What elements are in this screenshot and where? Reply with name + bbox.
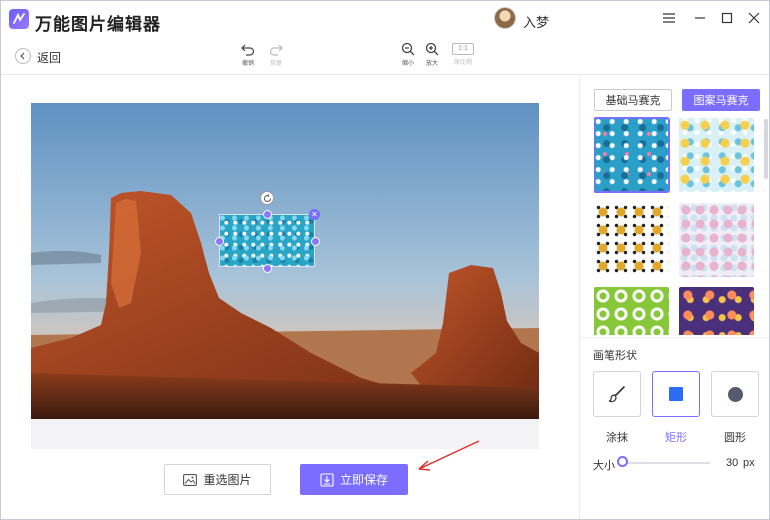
app-title: 万能图片编辑器	[35, 15, 161, 34]
title-bar: 万能图片编辑器 入梦	[1, 1, 769, 37]
size-slider-thumb[interactable]	[616, 456, 628, 467]
original-ratio-button[interactable]: 1:1 原比例	[448, 42, 478, 66]
zoom-out-button[interactable]: 缩小	[395, 42, 421, 67]
resize-handle-left[interactable]	[215, 237, 224, 246]
redo-button[interactable]: 恢复	[263, 42, 289, 67]
redo-label: 恢复	[269, 61, 282, 67]
rings-pattern-thumb[interactable]	[594, 287, 669, 335]
resize-handle-top[interactable]	[263, 210, 272, 219]
zoom-in-button[interactable]: 放大	[419, 42, 445, 67]
gift-pattern-thumb[interactable]	[594, 203, 669, 277]
canvas-area: ✕ 重选图片 立即保存	[1, 75, 579, 519]
mosaic-panel: 基础马赛克 图案马赛克 画笔形状 涂抹 矩形 圆形 大小 30 px	[579, 75, 769, 519]
close-icon[interactable]	[745, 9, 763, 27]
zoom-in-icon	[425, 42, 439, 56]
app-logo-icon	[9, 9, 29, 29]
pattern-grid	[594, 117, 762, 335]
square-icon	[669, 387, 683, 401]
tab-basic-mosaic[interactable]: 基础马赛克	[594, 89, 672, 111]
size-label: 大小	[593, 460, 615, 472]
annotation-arrow	[418, 440, 480, 471]
image-icon	[183, 473, 198, 486]
zoom-out-label: 缩小	[401, 61, 414, 67]
user-avatar[interactable]	[494, 7, 516, 29]
mosaic-selection[interactable]	[219, 214, 315, 267]
save-label: 立即保存	[339, 473, 388, 487]
confetti-pattern-thumb[interactable]	[679, 287, 754, 335]
dots-pattern-thumb[interactable]	[679, 203, 754, 277]
panel-divider	[580, 337, 769, 338]
editor-toolbar: 返回 撤销 恢复 缩小 放大 1:1 原比例	[1, 37, 769, 75]
app-window: 万能图片编辑器 入梦 返回 撤销 恢复 缩小 放大 1:1 原比例 ✕ 重选图片…	[0, 0, 770, 520]
circle-shape-button[interactable]	[711, 371, 759, 417]
size-value: 30	[726, 457, 739, 469]
baby-pattern-thumb[interactable]	[679, 118, 754, 192]
save-icon	[320, 472, 334, 487]
brush-icon	[608, 386, 625, 403]
maximize-icon[interactable]	[718, 9, 736, 27]
resize-handle-bottom[interactable]	[263, 264, 272, 273]
size-slider-track[interactable]	[620, 462, 710, 464]
redo-icon	[269, 44, 283, 56]
back-arrow-icon[interactable]	[15, 48, 31, 64]
username-label[interactable]: 入梦	[523, 12, 549, 31]
reselect-image-button[interactable]: 重选图片	[164, 464, 271, 495]
reselect-label: 重选图片	[203, 473, 252, 487]
save-now-button[interactable]: 立即保存	[300, 464, 408, 495]
menu-icon[interactable]	[660, 9, 678, 27]
brush-shape-button[interactable]	[593, 371, 641, 417]
undo-icon	[241, 44, 255, 56]
undo-label: 撤销	[241, 61, 254, 67]
pattern-scrollbar[interactable]	[764, 119, 768, 179]
minimize-icon[interactable]	[691, 9, 709, 27]
size-unit: px	[743, 457, 755, 469]
rotate-icon[interactable]	[260, 191, 274, 205]
rect-shape-button[interactable]	[652, 371, 700, 417]
brush-shape-label: 涂抹	[606, 432, 628, 444]
tab-pattern-mosaic[interactable]: 图案马赛克	[682, 89, 760, 111]
zoom-in-label: 放大	[425, 61, 438, 67]
circle-icon	[727, 386, 743, 402]
remove-selection-icon[interactable]: ✕	[309, 209, 320, 220]
back-button[interactable]: 返回	[37, 49, 61, 66]
zoom-out-icon	[401, 42, 415, 56]
circle-shape-label: 圆形	[724, 432, 746, 444]
brush-shape-title: 画笔形状	[593, 350, 637, 362]
ocean-pattern-thumb[interactable]	[594, 117, 670, 193]
resize-handle-right[interactable]	[311, 237, 320, 246]
rect-shape-label: 矩形	[665, 432, 687, 444]
ratio-icon: 1:1	[452, 43, 474, 55]
undo-button[interactable]: 撤销	[235, 42, 261, 67]
ratio-label: 原比例	[453, 60, 472, 66]
